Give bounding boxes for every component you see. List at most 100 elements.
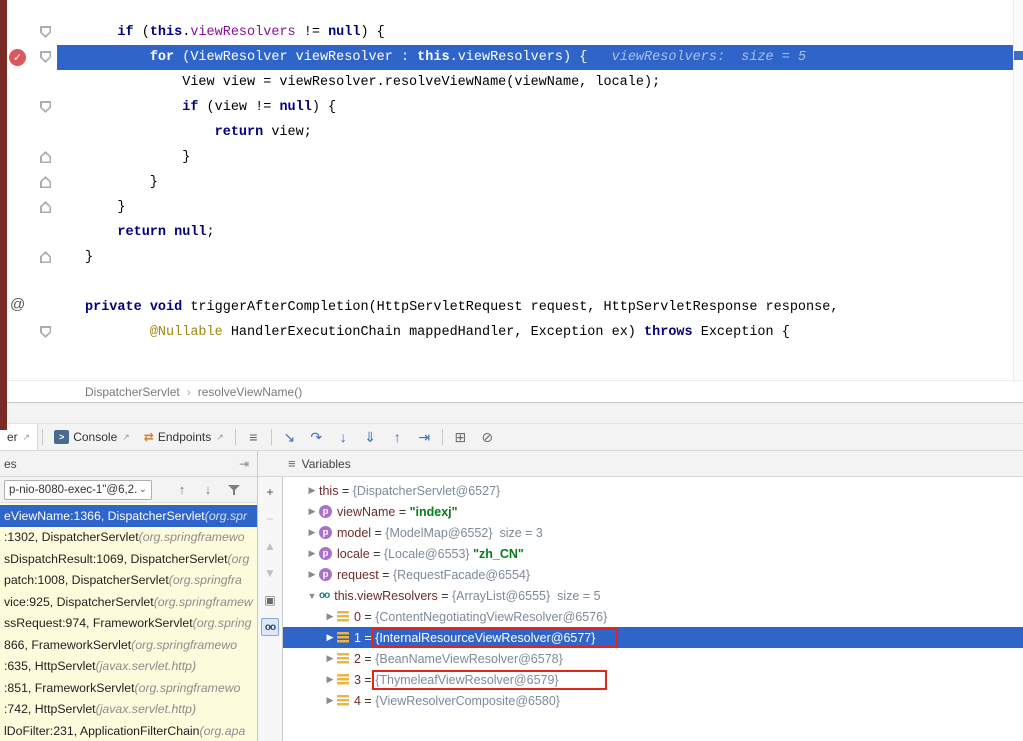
frame-location: ssRequest:974, FrameworkServlet [4,616,193,630]
show-watches-toggle[interactable]: oo [261,618,279,636]
code-line: return null; [85,220,1014,245]
frame-row[interactable]: 866, FrameworkServlet (org.springframewo [0,634,257,656]
chevron-right-icon[interactable]: ▶ [323,632,337,643]
frame-row[interactable]: :742, HttpServlet (javax.servlet.http) [0,699,257,721]
variable-row[interactable]: ▶1 = {InternalResourceViewResolver@6577} [283,627,1023,648]
duplicate-watch-button[interactable]: ▣ [261,591,279,609]
code-area[interactable]: if (this.viewResolvers != null) { for (V… [85,0,1014,345]
step-out-icon[interactable]: ↑ [384,426,411,448]
funnel-icon [228,484,241,496]
left-edge-strip [0,0,7,430]
variable-value: {DispatcherServlet@6527} [353,484,501,498]
breakpoint-icon[interactable]: ✓ [9,49,26,66]
fold-marker-icon[interactable] [40,326,51,338]
chevron-down-icon[interactable]: ▼ [305,591,319,601]
variable-value: {RequestFacade@6554} [393,568,530,582]
variable-row[interactable]: ▶2 = {BeanNameViewResolver@6578} [283,648,1023,669]
breadcrumb-separator: › [187,385,191,399]
fold-marker-icon[interactable] [40,176,51,188]
variable-row[interactable]: ▶3 = {ThymeleafViewResolver@6579} [283,669,1023,690]
view-breakpoints-icon[interactable]: ⊞ [447,426,474,448]
next-frame-button[interactable]: ↓ [196,480,220,500]
frame-row[interactable]: vice:925, DispatcherServlet (org.springf… [0,591,257,613]
frame-row[interactable]: ssRequest:974, FrameworkServlet (org.spr… [0,613,257,635]
variable-row[interactable]: ▼oothis.viewResolvers = {ArrayList@6555}… [283,585,1023,606]
prev-frame-button[interactable]: ↑ [170,480,194,500]
equals-sign: = [371,526,385,540]
tab-endpoints[interactable]: ⇄ Endpoints ↗ [137,424,231,450]
remove-watch-button[interactable]: − [261,510,279,528]
fold-marker-icon[interactable] [40,51,51,63]
frame-row[interactable]: lDoFilter:231, ApplicationFilterChain (o… [0,720,257,741]
code-line: } [85,245,1014,270]
force-step-into-icon[interactable]: ⇓ [357,426,384,448]
at-gutter-icon: @ [10,296,25,313]
frame-row[interactable]: patch:1008, DispatcherServlet (org.sprin… [0,570,257,592]
variable-row[interactable]: ▶0 = {ContentNegotiatingViewResolver@657… [283,606,1023,627]
editor-scrollbar[interactable] [1013,0,1023,380]
thread-selector[interactable]: p-nio-8080-exec-1"@6,2... ⌄ [4,480,152,500]
frame-package: (org.springframew [154,595,253,609]
frame-package: (org.spr [205,509,247,523]
variable-value: {Locale@6553} [384,547,473,561]
variable-name: request [337,568,379,582]
toolbar-separator [442,429,443,445]
chevron-right-icon[interactable]: ▶ [305,527,319,538]
chevron-right-icon[interactable]: ▶ [323,611,337,622]
variable-row[interactable]: ▶prequest = {RequestFacade@6554} [283,564,1023,585]
menu-icon[interactable]: ≡ [288,456,296,471]
chevron-right-icon[interactable]: ▶ [305,548,319,559]
frame-row[interactable]: :635, HttpServlet (javax.servlet.http) [0,656,257,678]
chevron-right-icon[interactable]: ▶ [323,653,337,664]
editor[interactable]: ✓ @ if (this.viewResolvers != null) { fo… [0,0,1023,380]
chevron-right-icon[interactable]: ▶ [305,506,319,517]
thread-row: p-nio-8080-exec-1"@6,2... ⌄ ↑ ↓ [0,477,257,503]
show-execution-point-icon[interactable]: ↘ [276,426,303,448]
hide-panel-icon[interactable]: ⇥ [239,457,249,471]
frame-location: sDispatchResult:1069, DispatcherServlet [4,552,228,566]
code-line: } [85,195,1014,220]
add-watch-button[interactable]: + [261,483,279,501]
run-to-cursor-icon[interactable]: ⇥ [411,426,438,448]
code-line [85,270,1014,295]
variable-row[interactable]: ▶pviewName = "indexj" [283,501,1023,522]
fold-marker-icon[interactable] [40,251,51,263]
variable-value: {ArrayList@6555} [452,589,554,603]
step-over-icon[interactable]: ↷ [303,426,330,448]
equals-sign: = [338,484,352,498]
filter-frames-button[interactable] [222,480,246,500]
frame-row[interactable]: sDispatchResult:1069, DispatcherServlet … [0,548,257,570]
console-icon: > [54,430,69,444]
chevron-right-icon[interactable]: ▶ [323,674,337,685]
tab-console[interactable]: > Console ↗ [47,424,137,450]
frame-row[interactable]: :851, FrameworkServlet (org.springframew… [0,677,257,699]
code-line: @Nullable HandlerExecutionChain mappedHa… [85,320,1014,345]
move-watch-down-button[interactable]: ▼ [261,564,279,582]
frame-row[interactable]: :1302, DispatcherServlet (org.springfram… [0,527,257,549]
tab-arrow-icon: ↗ [122,432,130,443]
frames-tab-label[interactable]: es [4,457,17,471]
step-into-icon[interactable]: ↓ [330,426,357,448]
variable-row[interactable]: ▶plocale = {Locale@6553} "zh_CN" [283,543,1023,564]
frame-package: (org.springfra [169,573,242,587]
breadcrumb-item[interactable]: resolveViewName() [198,385,302,399]
fold-marker-icon[interactable] [40,101,51,113]
move-watch-up-button[interactable]: ▲ [261,537,279,555]
fold-marker-icon[interactable] [40,201,51,213]
breadcrumb-item[interactable]: DispatcherServlet [85,385,180,399]
fold-marker-icon[interactable] [40,151,51,163]
equals-sign: = [361,652,375,666]
frame-package: (org.spring [193,616,252,630]
variable-row[interactable]: ▶pmodel = {ModelMap@6552} size = 3 [283,522,1023,543]
chevron-right-icon[interactable]: ▶ [305,485,319,496]
frames-panel: p-nio-8080-exec-1"@6,2... ⌄ ↑ ↓ eViewNam… [0,477,258,741]
chevron-right-icon[interactable]: ▶ [323,695,337,706]
mute-breakpoints-icon[interactable]: ⊘ [474,426,501,448]
variable-row[interactable]: ▶4 = {ViewResolverComposite@6580} [283,690,1023,711]
variable-row[interactable]: ▶this = {DispatcherServlet@6527} [283,480,1023,501]
variable-name: 0 [354,610,361,624]
chevron-right-icon[interactable]: ▶ [305,569,319,580]
restore-layout-icon[interactable]: ≡ [240,426,267,448]
frame-row[interactable]: eViewName:1366, DispatcherServlet (org.s… [0,505,257,527]
fold-marker-icon[interactable] [40,26,51,38]
